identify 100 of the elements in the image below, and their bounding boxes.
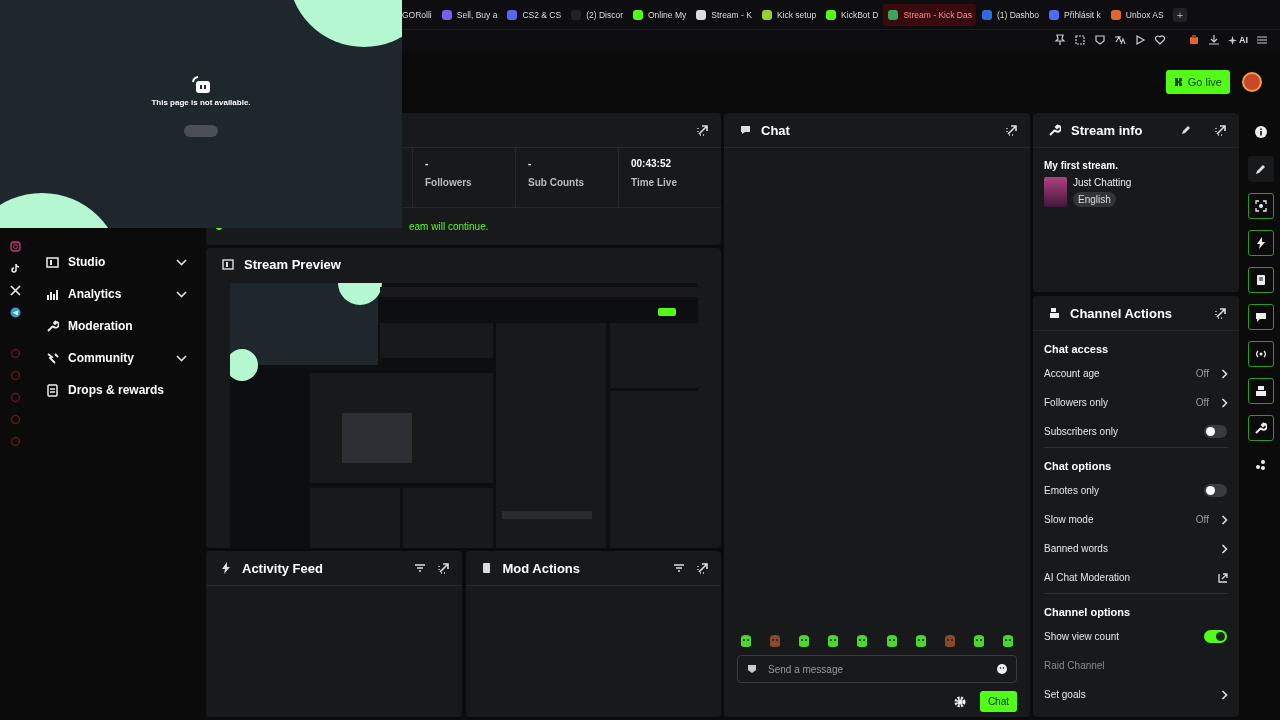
browser-tab[interactable]: Sell, Buy a <box>436 3 502 26</box>
play-icon[interactable] <box>1134 34 1146 46</box>
popout-icon[interactable] <box>697 562 709 574</box>
popout-icon[interactable] <box>697 124 709 136</box>
chevron-icon <box>1221 689 1228 700</box>
shield-icon <box>747 664 757 674</box>
wrench-icon <box>1255 422 1267 434</box>
avatar[interactable] <box>1242 71 1262 92</box>
sidebar-item[interactable]: Moderation <box>30 310 187 342</box>
setting-label: Slow mode <box>1044 514 1095 525</box>
panel-title: Channel Actions <box>1070 305 1174 321</box>
emote-icon[interactable] <box>826 634 841 648</box>
emote-icon[interactable] <box>971 634 986 648</box>
browser-tab[interactable]: CS2 & CS <box>502 3 566 26</box>
toggle-switch[interactable] <box>1204 630 1227 643</box>
rail-button[interactable] <box>1248 156 1274 182</box>
filter-icon[interactable] <box>673 563 685 573</box>
panel-title: Mod Actions <box>502 560 581 576</box>
favicon-icon <box>632 8 644 21</box>
menu-icon[interactable] <box>1256 34 1268 46</box>
filter-icon[interactable] <box>413 563 426 573</box>
emote-icon[interactable] <box>1001 634 1015 648</box>
analytics-icon <box>46 287 59 301</box>
rail-button[interactable] <box>1248 193 1274 219</box>
emoji-icon[interactable] <box>997 664 1007 674</box>
emote-icon[interactable] <box>797 634 812 648</box>
browser-tab[interactable]: (2) Discor <box>566 3 627 26</box>
browser-tab[interactable]: Stream - K <box>691 3 756 26</box>
settings-icon[interactable] <box>953 695 966 708</box>
browser-tab[interactable]: Unbox AS <box>1105 3 1168 26</box>
toggle-switch[interactable] <box>1204 425 1227 438</box>
ai-button[interactable]: AI <box>1228 35 1248 45</box>
channel-actions-icon <box>1049 307 1060 319</box>
setting-label: Account age <box>1044 368 1101 379</box>
emote-icon[interactable] <box>855 634 870 648</box>
emote-icon[interactable] <box>913 634 928 648</box>
scan-icon <box>1255 200 1267 212</box>
wrench-icon <box>1049 124 1061 136</box>
rail-button[interactable] <box>1248 267 1274 293</box>
browser-tab[interactable]: Online My <box>628 3 691 26</box>
sidebar-item[interactable]: Drops & rewards <box>30 374 187 406</box>
shield-icon[interactable] <box>1094 34 1106 46</box>
sidebar-item[interactable]: Analytics <box>30 278 187 310</box>
telegram-icon[interactable] <box>9 307 21 318</box>
download-icon[interactable] <box>1208 34 1220 46</box>
studio-icon <box>46 255 59 269</box>
browser-tab[interactable]: Přihlásit k <box>1044 3 1105 26</box>
emote-icon[interactable] <box>884 634 899 648</box>
pin-icon[interactable] <box>1054 34 1066 46</box>
chevron-icon <box>1221 514 1228 525</box>
category-text[interactable]: Just Chatting <box>1073 177 1132 188</box>
notice-text: eam will continue. <box>409 221 489 232</box>
sidebar-item[interactable]: Studio <box>30 246 187 278</box>
rail-button[interactable] <box>1248 378 1274 404</box>
popout-icon[interactable] <box>437 562 450 574</box>
favicon-icon <box>760 8 773 21</box>
send-button[interactable]: Chat <box>979 691 1017 712</box>
browser-tab[interactable]: KickBot D <box>821 3 883 26</box>
popout-icon[interactable] <box>1215 124 1227 136</box>
x-icon[interactable] <box>9 285 21 296</box>
rail-button[interactable] <box>1248 415 1274 441</box>
popout-icon[interactable] <box>1215 307 1227 319</box>
favicon-icon <box>887 8 900 21</box>
chevron-icon <box>1221 397 1228 408</box>
translate-icon[interactable] <box>1114 34 1126 46</box>
browser-tab[interactable]: (1) Dashbo <box>976 3 1043 26</box>
setting-label: Followers only <box>1044 397 1109 408</box>
new-tab-button[interactable]: + <box>1172 7 1188 22</box>
heart-icon[interactable] <box>1154 34 1166 46</box>
sidebar-item[interactable]: Community <box>30 342 187 374</box>
panel-title: Chat <box>761 122 791 138</box>
section-title: Channel options <box>1044 605 1132 620</box>
browser-tab[interactable]: Stream - Kick Das <box>883 3 976 26</box>
toggle-switch[interactable] <box>1204 484 1227 497</box>
rail-button[interactable] <box>1248 230 1274 256</box>
instagram-icon[interactable] <box>9 241 21 252</box>
go-live-button[interactable]: Go live <box>1165 69 1230 94</box>
stream-title: My first stream. <box>1044 160 1119 171</box>
tiktok-icon[interactable] <box>9 263 21 274</box>
setting-label: Raid Channel <box>1044 660 1106 671</box>
browser-tab[interactable]: Kick setup <box>756 3 821 26</box>
wrench-icon <box>46 319 59 333</box>
dots-icon <box>1255 459 1267 471</box>
popout-icon[interactable] <box>1006 124 1018 136</box>
panel-title: Stream Preview <box>244 256 342 272</box>
rail-button[interactable] <box>1248 304 1274 330</box>
pencil-icon[interactable] <box>1181 125 1191 135</box>
section-title: Chat access <box>1044 342 1110 357</box>
kick-logo-icon <box>1173 76 1184 87</box>
emote-icon[interactable] <box>739 634 753 648</box>
stat-value: - <box>425 158 430 169</box>
favicon-icon <box>1048 8 1060 21</box>
message-field[interactable]: Send a message <box>737 655 1017 683</box>
setting-value: Off <box>1195 514 1209 525</box>
crop-icon[interactable] <box>1074 34 1086 46</box>
extension-icon[interactable] <box>1188 34 1200 46</box>
chevron-icon <box>1221 368 1228 379</box>
rail-button[interactable] <box>1248 341 1274 367</box>
browser-tab[interactable]: GORolli <box>402 3 436 26</box>
note-icon <box>1255 274 1267 286</box>
